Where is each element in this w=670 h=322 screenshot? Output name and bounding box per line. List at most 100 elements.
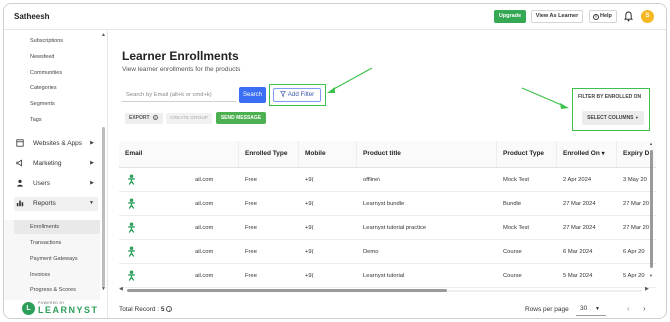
cell-product-title: Demo: [363, 249, 379, 255]
sidebar-item-segments[interactable]: Segments: [30, 101, 55, 107]
sidebar-item-enrollments[interactable]: Enrollments: [30, 224, 59, 230]
cell-product-type: Bundle: [503, 201, 522, 207]
export-button[interactable]: EXPORT i: [125, 113, 163, 124]
search-input[interactable]: Search by Email (alt+k or cmd+k): [122, 88, 236, 102]
horizontal-scroll-thumb[interactable]: [127, 289, 447, 292]
scroll-right-icon[interactable]: ▶: [645, 286, 649, 292]
cell-product-title: Learnyst bundle: [363, 201, 405, 207]
cell-product-type: Course: [503, 273, 522, 279]
total-label: Total Record :: [119, 306, 160, 313]
help-button[interactable]: ? Help: [589, 10, 617, 23]
column-header-email[interactable]: Email: [119, 141, 239, 167]
scroll-down-icon[interactable]: ▼: [101, 286, 106, 292]
user-icon: [17, 179, 23, 187]
column-header-product-title[interactable]: Product title: [357, 141, 497, 167]
chevron-right-icon: ▶: [90, 180, 94, 186]
table-vertical-scrollbar[interactable]: ▲ ▼: [649, 141, 655, 286]
sidebar-item-newsfeed[interactable]: Newsfeed: [30, 54, 54, 60]
create-group-button[interactable]: CREATE GROUP: [166, 113, 212, 124]
total-records: Total Record : 5 i: [119, 306, 173, 313]
next-page-icon[interactable]: ›: [643, 304, 646, 313]
top-bar: Satheesh Upgrade View As Learner ? Help S: [4, 4, 666, 30]
learner-icon: [128, 246, 135, 257]
sidebar-item-progress-scores[interactable]: Progress & Scores: [30, 287, 76, 293]
column-header-enrolled-on[interactable]: Enrolled On ▾: [557, 141, 617, 167]
chevron-down-icon: ▼: [634, 115, 639, 120]
cell-email[interactable]: ail.com: [189, 264, 239, 288]
learner-icon: [128, 222, 135, 233]
chevron-down-icon: ▼: [89, 200, 94, 206]
rows-per-page-value: 30: [580, 305, 588, 312]
chevron-right-icon: ▶: [90, 160, 94, 166]
sort-desc-icon: ▾: [601, 151, 605, 157]
cell-enrolled-type: Free: [245, 273, 257, 279]
column-header-product-type[interactable]: Product Type: [497, 141, 557, 167]
learnyst-logo: L POWERED BY LEARNYST: [22, 300, 97, 318]
add-filter-label: Add Filter: [287, 91, 315, 98]
prev-page-icon[interactable]: ‹: [627, 304, 630, 313]
filter-by-enrolled-on[interactable]: FILTER BY ENROLLED ON: [578, 94, 641, 100]
chevron-right-icon: ▶: [90, 140, 94, 146]
cell-email[interactable]: ail.com: [189, 216, 239, 240]
learner-icon: [128, 198, 135, 209]
sidebar-item-label: Reports: [33, 200, 56, 207]
table-row[interactable]: ail.com Free +9( Learnyst bundle Bundle …: [119, 192, 656, 216]
column-header-mobile[interactable]: Mobile: [299, 141, 357, 167]
sidebar-item-tags[interactable]: Tags: [30, 117, 42, 123]
upgrade-button[interactable]: Upgrade: [494, 10, 526, 23]
sidebar-item-websites-apps[interactable]: Websites & Apps ▶: [14, 137, 98, 151]
sidebar-item-invoices[interactable]: Invoices: [30, 272, 50, 278]
cell-email[interactable]: ail.com: [189, 168, 239, 192]
table-row[interactable]: ail.com Free +9( Learnyst tutorial Cours…: [119, 264, 656, 288]
sidebar-item-transactions[interactable]: Transactions: [30, 240, 61, 246]
filter-icon: [279, 91, 286, 97]
scroll-up-icon[interactable]: ▲: [101, 32, 106, 38]
table-row[interactable]: ail.com Free +9( offline\ Mock Test 2 Ap…: [119, 168, 656, 192]
table-row[interactable]: ail.com Free +9( Learnyst tutorial pract…: [119, 216, 656, 240]
sidebar-item-subscriptions[interactable]: Subscriptions: [30, 38, 63, 44]
sidebar-item-payment-gateways[interactable]: Payment Gateways: [30, 256, 78, 262]
sidebar-item-communities[interactable]: Communities: [30, 70, 62, 76]
select-columns-button[interactable]: SELECT COLUMNS ▼: [582, 111, 644, 125]
search-button[interactable]: Search: [239, 87, 266, 103]
export-label: EXPORT: [129, 115, 150, 121]
avatar[interactable]: S: [641, 10, 654, 23]
rows-per-page-select[interactable]: 30 ▼: [576, 302, 606, 316]
cell-enrolled-type: Free: [245, 201, 257, 207]
sidebar-item-users[interactable]: Users ▶: [14, 177, 98, 191]
brand-name: Satheesh: [14, 12, 50, 21]
page-title: Learner Enrollments: [122, 49, 239, 63]
enrollments-table: Email Enrolled Type Mobile Product title…: [119, 141, 656, 289]
vertical-scroll-thumb[interactable]: [650, 150, 653, 268]
sidebar-item-categories[interactable]: Categories: [30, 85, 57, 91]
sidebar-item-reports[interactable]: Reports ▼: [14, 197, 98, 211]
scroll-up-icon[interactable]: ▲: [649, 141, 653, 146]
sidebar-scroll-thumb[interactable]: [102, 127, 105, 287]
cell-email[interactable]: ail.com: [189, 240, 239, 264]
sidebar-item-marketing[interactable]: Marketing ▶: [14, 157, 98, 171]
cell-email[interactable]: ail.com: [189, 192, 239, 216]
view-as-learner-button[interactable]: View As Learner: [531, 10, 583, 23]
table-row[interactable]: ail.com Free +9( Demo Course 6 Mar 2024 …: [119, 240, 656, 264]
cell-enrolled-on: 6 Mar 2024: [563, 249, 593, 255]
sidebar-scrollbar[interactable]: ▲ ▼: [100, 30, 108, 295]
cell-product-type: Mock Test: [503, 177, 529, 183]
cell-product-type: Course: [503, 249, 522, 255]
cell-enrolled-on: 2 Apr 2024: [563, 177, 592, 183]
sidebar-item-label: Marketing: [33, 160, 62, 167]
scroll-down-icon[interactable]: ▼: [649, 273, 653, 278]
logo-mark: L: [22, 302, 35, 315]
column-header-enrolled-type[interactable]: Enrolled Type: [239, 141, 299, 167]
info-icon: i: [166, 306, 173, 312]
sidebar: ▲ ▼ Subscriptions Newsfeed Communities C…: [4, 30, 108, 318]
help-icon: ?: [593, 14, 599, 20]
cell-mobile: +9(: [305, 249, 314, 255]
table-horizontal-scrollbar[interactable]: ◀ ▶: [119, 286, 649, 294]
chart-icon: [16, 200, 24, 207]
add-filter-button[interactable]: Add Filter: [273, 88, 321, 102]
bell-icon[interactable]: [624, 11, 633, 22]
column-header-label: Enrolled On: [563, 150, 600, 157]
scroll-left-icon[interactable]: ◀: [119, 286, 123, 292]
send-message-button[interactable]: SEND MESSAGE: [216, 112, 266, 124]
cell-mobile: +9(: [305, 273, 314, 279]
